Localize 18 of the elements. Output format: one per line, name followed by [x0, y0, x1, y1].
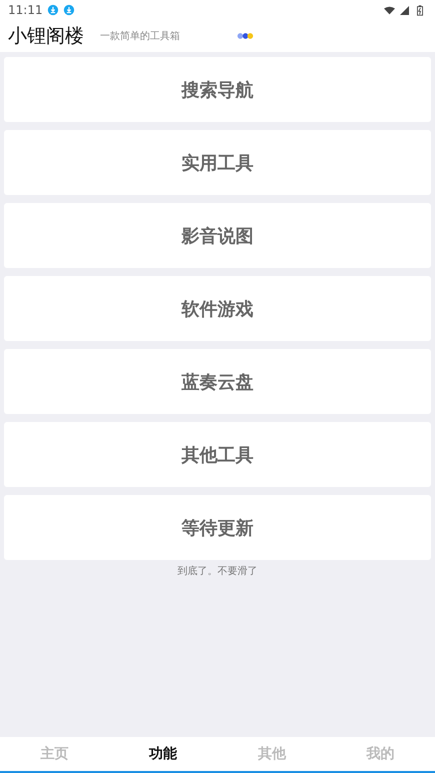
end-note: 到底了。不要滑了	[176, 564, 258, 578]
app-title: 小锂阁楼	[8, 24, 84, 49]
menu-card[interactable]: 蓝奏云盘	[4, 349, 431, 414]
nav-tab[interactable]: 功能	[108, 737, 218, 771]
menu-card[interactable]: 等待更新	[4, 495, 431, 560]
status-time: 11:11	[8, 3, 43, 17]
signal-icon	[399, 6, 410, 14]
download-icon	[46, 4, 59, 16]
download-icon	[62, 4, 75, 16]
menu-card[interactable]: 搜索导航	[4, 57, 431, 122]
menu-card[interactable]: 实用工具	[4, 130, 431, 195]
app-subtitle: 一款简单的工具箱	[100, 30, 180, 43]
battery-icon	[417, 4, 423, 16]
menu-card[interactable]: 其他工具	[4, 422, 431, 487]
wifi-icon	[384, 6, 395, 14]
menu-card[interactable]: 软件游戏	[4, 276, 431, 341]
loading-icon	[237, 32, 254, 40]
menu-card[interactable]: 影音说图	[4, 203, 431, 268]
